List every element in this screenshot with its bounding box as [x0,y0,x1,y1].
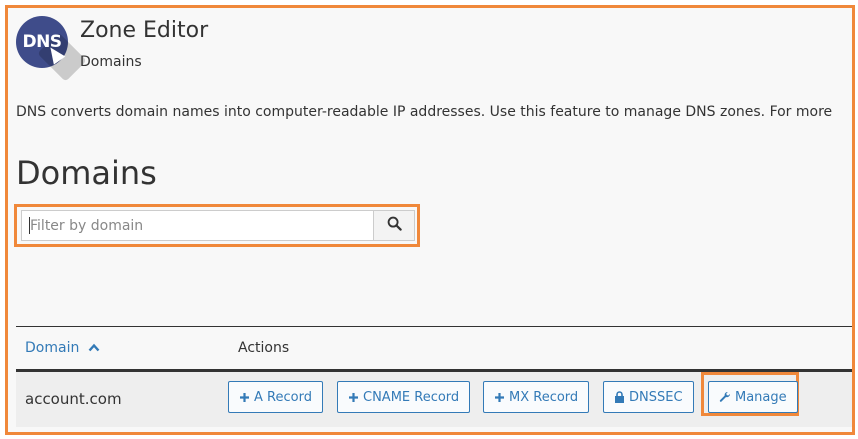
add-mx-record-button[interactable]: MX Record [483,381,590,413]
logo-text: DNS [22,32,62,52]
page-description: DNS converts domain names into computer-… [16,104,833,120]
plus-icon [494,392,505,403]
search-icon [387,216,402,235]
column-header-actions: Actions [238,340,290,356]
page-title: Zone Editor [80,18,209,43]
domains-table: Domain Actions account.com A Record CNAM… [16,326,852,427]
add-a-record-button[interactable]: A Record [228,381,323,413]
page-header: DNS Zone Editor Domains [8,8,852,86]
lock-icon [614,391,625,403]
search-button[interactable] [373,210,415,241]
zone-editor-frame: DNS Zone Editor Domains DNS converts dom… [5,5,855,435]
domain-cell: account.com [25,390,122,408]
table-row: account.com A Record CNAME Record MX Rec… [16,372,852,427]
filter-domain-input[interactable] [21,210,373,241]
manage-button[interactable]: Manage [708,381,798,413]
wrench-icon [719,391,731,403]
breadcrumb: Domains [80,54,142,70]
plus-icon [239,392,250,403]
dnssec-button[interactable]: DNSSEC [603,381,694,413]
plus-icon [348,392,359,403]
text-caret [29,217,30,234]
section-title: Domains [16,154,157,192]
chevron-up-icon [88,340,100,356]
dns-logo: DNS [16,16,87,82]
table-header: Domain Actions [16,326,852,372]
column-header-domain[interactable]: Domain [25,340,100,356]
add-cname-record-button[interactable]: CNAME Record [337,381,471,413]
filter-group [14,204,420,247]
